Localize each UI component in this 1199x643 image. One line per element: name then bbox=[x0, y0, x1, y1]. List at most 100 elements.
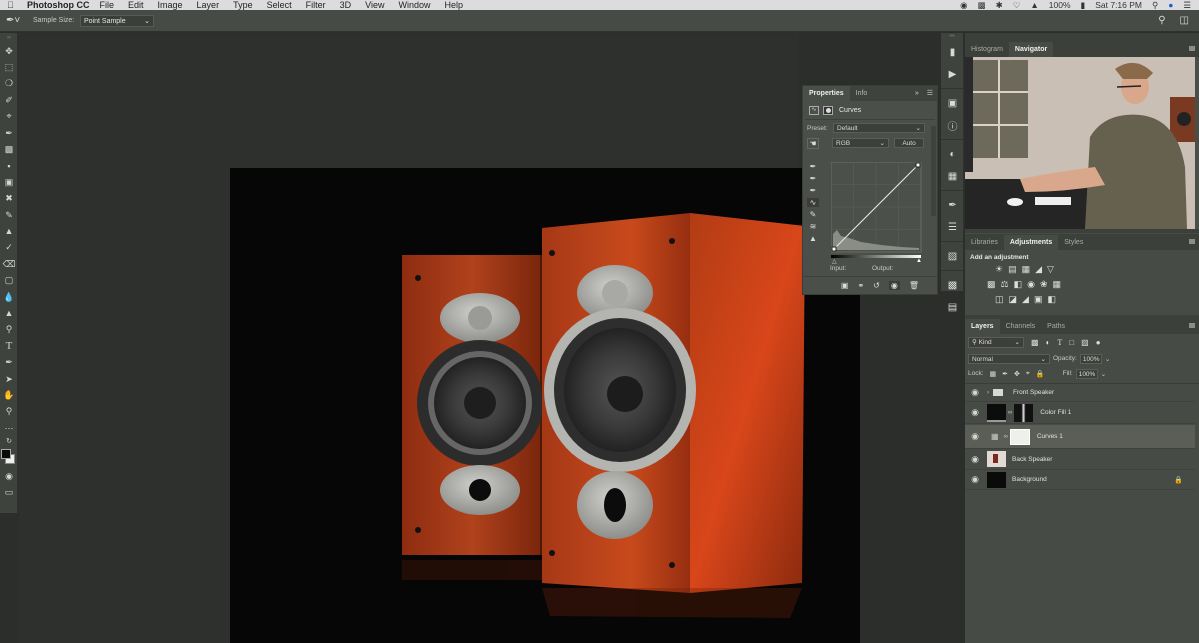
foreground-color-swatch[interactable] bbox=[1, 449, 11, 460]
document-canvas[interactable] bbox=[230, 168, 860, 643]
info-icon[interactable]: ⓘ bbox=[941, 114, 964, 136]
tab-channels[interactable]: Channels bbox=[1000, 319, 1042, 334]
visibility-eye-icon[interactable]: ◉ bbox=[969, 407, 981, 418]
color-lookup-icon[interactable]: ▦ bbox=[1053, 279, 1062, 290]
menu-view[interactable]: View bbox=[365, 0, 384, 10]
brush-tool-icon[interactable]: ▪ bbox=[0, 158, 18, 174]
layer-row[interactable]: ◉ › Front Speaker bbox=[965, 384, 1195, 402]
curves-graph[interactable] bbox=[831, 162, 923, 254]
apple-icon[interactable]:  bbox=[7, 0, 19, 10]
creative-cloud-icon[interactable]: ◉ bbox=[960, 0, 967, 11]
photo-filter-icon[interactable]: ◉ bbox=[1027, 279, 1035, 290]
lock-pixels-icon[interactable]: ✒ bbox=[1002, 370, 1008, 378]
blend-mode-select[interactable]: Normal ⌄ bbox=[968, 353, 1050, 364]
layer-row[interactable]: ◉ Background 🔒 bbox=[965, 470, 1195, 490]
display-icon[interactable]: ▩ bbox=[978, 0, 986, 11]
spotlight-icon[interactable]: ⚲ bbox=[1152, 0, 1158, 11]
screen-mode-icon[interactable]: ▭ bbox=[0, 485, 18, 501]
type-tool-icon[interactable]: T bbox=[0, 338, 18, 354]
menu-3d[interactable]: 3D bbox=[340, 0, 352, 10]
menu-type[interactable]: Type bbox=[233, 0, 253, 10]
visibility-eye-icon[interactable]: ◉ bbox=[969, 454, 981, 465]
link-icon[interactable]: ∞ bbox=[1004, 434, 1008, 440]
opacity-input[interactable]: 100% bbox=[1079, 353, 1102, 364]
tab-styles[interactable]: Styles bbox=[1058, 235, 1089, 250]
hand-tool-icon[interactable]: ✋ bbox=[0, 387, 18, 403]
stamp-tool-icon[interactable]: ▲ bbox=[0, 223, 18, 239]
filter-smart-object-icon[interactable]: ▨ bbox=[1081, 338, 1089, 347]
auto-button[interactable]: Auto bbox=[894, 138, 924, 148]
clone-source-icon[interactable]: ▨ bbox=[941, 245, 964, 267]
zoom-tool-icon[interactable]: ⚲ bbox=[0, 404, 18, 420]
vibrance-icon[interactable]: ▽ bbox=[1047, 264, 1054, 275]
brightness-contrast-icon[interactable]: ☀ bbox=[995, 264, 1003, 275]
channel-select[interactable]: RGB ⌄ bbox=[832, 138, 889, 148]
app-name[interactable]: Photoshop CC bbox=[27, 0, 90, 10]
panel-menu-icon[interactable]: ☰ bbox=[923, 86, 937, 101]
channel-mixer-icon[interactable]: ❀ bbox=[1040, 279, 1048, 290]
hue-saturation-icon[interactable]: ▩ bbox=[987, 279, 996, 290]
layer-row[interactable]: ◉ Back Speaker bbox=[965, 449, 1195, 470]
collapse-icon[interactable]: ›› bbox=[0, 33, 18, 43]
color-balance-icon[interactable]: ⚖ bbox=[1001, 279, 1009, 290]
opacity-dropdown-icon[interactable]: ⌄ bbox=[1105, 355, 1110, 363]
filter-pixel-icon[interactable]: ▩ bbox=[1031, 338, 1039, 347]
layer-mask-thumbnail[interactable] bbox=[1014, 403, 1034, 422]
layer-filter-select[interactable]: ⚲ Kind ⌄ bbox=[968, 337, 1024, 348]
airplay-icon[interactable]: ▲ bbox=[1030, 0, 1038, 10]
history-brush-tool-icon[interactable]: ✓ bbox=[0, 240, 18, 256]
view-previous-state-icon[interactable]: ⚭ bbox=[857, 281, 864, 290]
bluetooth-icon[interactable]: ✱ bbox=[996, 0, 1003, 11]
tab-navigator[interactable]: Navigator bbox=[1008, 42, 1054, 57]
menu-edit[interactable]: Edit bbox=[128, 0, 144, 10]
menu-window[interactable]: Window bbox=[398, 0, 430, 10]
foreground-background-color[interactable] bbox=[0, 446, 18, 468]
white-point-eyedropper-icon[interactable]: ✒ bbox=[810, 186, 817, 195]
tab-libraries[interactable]: Libraries bbox=[965, 235, 1004, 250]
menu-image[interactable]: Image bbox=[158, 0, 183, 10]
menu-file[interactable]: File bbox=[100, 0, 115, 10]
actions-play-icon[interactable]: ▶ bbox=[941, 63, 964, 85]
fill-input[interactable]: 100% bbox=[1075, 368, 1098, 379]
gradient-map-icon[interactable]: ◧ bbox=[1047, 294, 1056, 305]
brushes-icon[interactable]: ✒ bbox=[941, 194, 964, 216]
notification-center-icon[interactable]: ☰ bbox=[1183, 0, 1191, 11]
menu-layer[interactable]: Layer bbox=[197, 0, 220, 10]
pencil-draw-icon[interactable]: ✎ bbox=[810, 210, 817, 219]
navigator-preview[interactable] bbox=[965, 57, 1199, 229]
invert-icon[interactable]: ◫ bbox=[995, 294, 1004, 305]
pen-tool-icon[interactable]: ✒ bbox=[0, 354, 18, 370]
sample-size-select[interactable]: Point Sample ⌄ bbox=[80, 15, 154, 27]
smooth-curve-icon[interactable]: ≋ bbox=[810, 222, 817, 231]
selective-color-icon[interactable]: ▣ bbox=[1034, 294, 1043, 305]
visibility-eye-icon[interactable]: ◉ bbox=[969, 387, 981, 398]
curve-points-tool-icon[interactable]: ∿ bbox=[807, 198, 819, 207]
visibility-eye-icon[interactable]: ◉ bbox=[969, 431, 981, 442]
brush-settings-icon[interactable]: ☰ bbox=[941, 216, 964, 238]
quick-mask-icon[interactable]: ◉ bbox=[0, 468, 18, 484]
eyedropper-tool-icon[interactable]: ✒ bbox=[0, 125, 18, 141]
paragraph-icon[interactable]: ▤ bbox=[941, 296, 964, 318]
preset-select[interactable]: Default ⌄ bbox=[833, 123, 925, 133]
properties-scrollbar[interactable] bbox=[931, 126, 936, 216]
tab-paths[interactable]: Paths bbox=[1041, 319, 1071, 334]
filter-type-icon[interactable]: T bbox=[1057, 338, 1062, 347]
panel-menu-icon[interactable] bbox=[1189, 46, 1195, 51]
gradient-tool-icon[interactable]: ▢ bbox=[0, 272, 18, 288]
group-expand-icon[interactable]: › bbox=[987, 390, 989, 396]
pencil-tool-icon[interactable]: ✎ bbox=[0, 207, 18, 223]
tab-info[interactable]: Info bbox=[850, 86, 874, 101]
layer-mask-thumbnail[interactable] bbox=[1009, 428, 1030, 445]
delete-icon[interactable]: 🗑 bbox=[909, 281, 919, 290]
filter-toggle-icon[interactable]: ● bbox=[1096, 338, 1101, 347]
clone-stamp-tool-icon[interactable]: ▣ bbox=[0, 174, 18, 190]
lock-artboard-icon[interactable]: ⌖ bbox=[1026, 370, 1030, 378]
visibility-eye-icon[interactable]: ◉ bbox=[969, 474, 981, 485]
levels-icon[interactable]: ▤ bbox=[1008, 264, 1017, 275]
history-icon[interactable]: ▮ bbox=[941, 41, 964, 63]
marquee-tool-icon[interactable]: ⬚ bbox=[0, 59, 18, 75]
menu-filter[interactable]: Filter bbox=[306, 0, 326, 10]
targeted-adjustment-icon[interactable]: ☚ bbox=[807, 137, 819, 149]
panel-menu-icon[interactable] bbox=[1189, 323, 1195, 328]
clipping-warning-icon[interactable]: ▲ bbox=[809, 234, 817, 243]
